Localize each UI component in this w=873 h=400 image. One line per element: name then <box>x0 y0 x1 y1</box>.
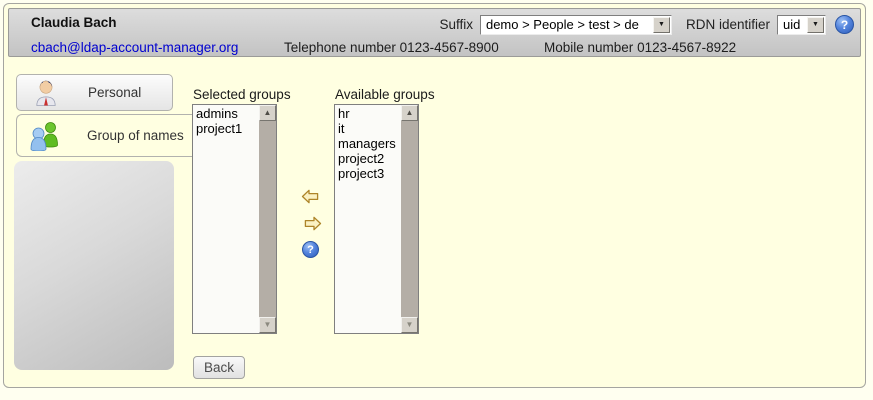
list-item[interactable]: project3 <box>335 166 401 181</box>
scroll-up-icon[interactable]: ▲ <box>401 105 418 121</box>
list-item[interactable]: hr <box>335 106 401 121</box>
sidebar-item-label: Personal <box>88 85 141 100</box>
chevron-down-icon[interactable]: ▼ <box>807 17 824 33</box>
page-frame: Claudia Bach Suffix demo > People > test… <box>3 3 866 388</box>
list-item[interactable]: project1 <box>193 121 259 136</box>
suffix-select-value: demo > People > test > de <box>481 17 653 32</box>
list-item[interactable]: it <box>335 121 401 136</box>
mobile-value: 0123-4567-8922 <box>637 40 736 55</box>
list-item[interactable]: managers <box>335 136 401 151</box>
rdn-select-value: uid <box>778 17 807 32</box>
scroll-down-icon[interactable]: ▼ <box>259 317 276 333</box>
rdn-identifier-select[interactable]: uid ▼ <box>777 15 826 35</box>
scrollbar[interactable]: ▲ ▼ <box>259 105 276 333</box>
help-icon[interactable]: ? <box>835 15 854 34</box>
header-controls: Suffix demo > People > test > de ▼ RDN i… <box>432 14 854 35</box>
scroll-down-icon[interactable]: ▼ <box>401 317 418 333</box>
list-item[interactable]: admins <box>193 106 259 121</box>
telephone-number: Telephone number 0123-4567-8900 <box>284 40 499 55</box>
available-groups-label: Available groups <box>335 87 435 102</box>
list-item[interactable]: project2 <box>335 151 401 166</box>
chevron-down-icon[interactable]: ▼ <box>653 17 670 33</box>
back-button[interactable]: Back <box>193 356 245 379</box>
scrollbar[interactable]: ▲ ▼ <box>401 105 418 333</box>
move-left-arrow-icon[interactable] <box>301 189 319 204</box>
account-header: Claudia Bach Suffix demo > People > test… <box>8 8 861 57</box>
selected-groups-label: Selected groups <box>193 87 291 102</box>
sidebar-item-label: Group of names <box>87 128 184 143</box>
group-icon <box>29 120 60 151</box>
email-link[interactable]: cbach@ldap-account-manager.org <box>31 40 238 55</box>
selected-groups-listbox[interactable]: adminsproject1 ▲ ▼ <box>192 104 277 334</box>
tab-personal[interactable]: Personal <box>16 74 173 111</box>
help-icon[interactable]: ? <box>302 241 319 258</box>
telephone-value: 0123-4567-8900 <box>400 40 499 55</box>
mobile-number: Mobile number 0123-4567-8922 <box>544 40 736 55</box>
rdn-identifier-label: RDN identifier <box>686 17 770 32</box>
available-groups-listbox[interactable]: hritmanagersproject2project3 ▲ ▼ <box>334 104 419 334</box>
suffix-select[interactable]: demo > People > test > de ▼ <box>480 15 672 35</box>
available-groups-items: hritmanagersproject2project3 <box>335 106 401 333</box>
telephone-label: Telephone number <box>284 40 396 55</box>
move-right-arrow-icon[interactable] <box>304 216 322 231</box>
mobile-label: Mobile number <box>544 40 633 55</box>
sidebar-panel <box>14 161 174 370</box>
suffix-label: Suffix <box>439 17 473 32</box>
tab-group-of-names[interactable]: Group of names <box>16 114 194 157</box>
selected-groups-items: adminsproject1 <box>193 106 259 333</box>
scroll-up-icon[interactable]: ▲ <box>259 105 276 121</box>
person-icon <box>33 78 59 107</box>
page-title: Claudia Bach <box>31 15 117 30</box>
